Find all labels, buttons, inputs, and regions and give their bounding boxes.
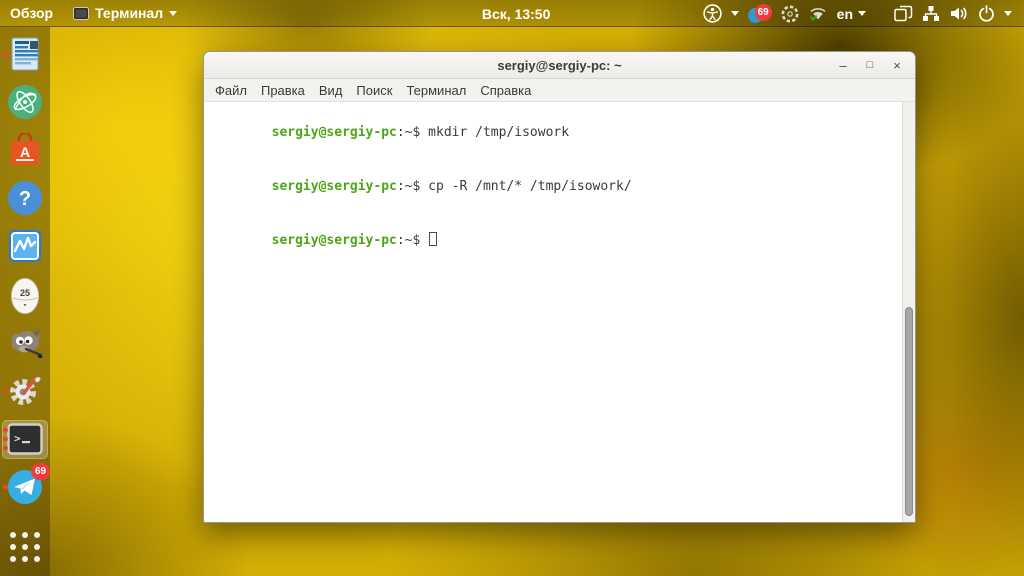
shutter-icon[interactable] <box>781 5 799 23</box>
dock-item-gimp[interactable] <box>2 323 48 362</box>
power-icon[interactable] <box>978 5 995 22</box>
system-monitor-icon <box>8 229 42 263</box>
prompt-user-host: sergiy@sergiy-pc <box>271 125 397 140</box>
command-text: mkdir /tmp/isowork <box>420 125 570 140</box>
egg-timer-label: 25 <box>19 287 30 298</box>
top-panel: Обзор Терминал Вск, 13:50 69 en <box>0 0 1024 27</box>
prompt-suffix: :~$ <box>396 179 421 194</box>
svg-text:>: > <box>14 432 21 445</box>
prompt-suffix: :~$ <box>396 125 421 140</box>
chevron-down-icon <box>858 11 866 16</box>
gimp-icon <box>6 326 44 360</box>
help-icon: ? <box>7 180 43 216</box>
close-button[interactable]: × <box>887 56 907 76</box>
dock-item-ubuntu-software[interactable]: A <box>2 130 48 169</box>
terminal-window: sergiy@sergiy-pc: ~ – □ × Файл Правка Ви… <box>203 51 916 523</box>
running-indicator <box>3 484 8 490</box>
running-indicator <box>3 388 8 394</box>
system-tray: 69 en <box>702 0 1024 27</box>
dock-item-system-monitor[interactable] <box>2 227 48 266</box>
settings-tools-icon <box>7 373 43 409</box>
app-grid-icon <box>10 532 40 563</box>
chevron-down-icon <box>169 10 178 16</box>
chevron-down-icon[interactable] <box>730 11 739 16</box>
terminal-line: sergiy@sergiy-pc:~$ cp -R /mnt/* /tmp/is… <box>209 160 897 214</box>
terminal-cursor <box>429 232 438 246</box>
command-text: cp -R /mnt/* /tmp/isowork/ <box>420 179 632 194</box>
running-indicator <box>3 51 8 57</box>
running-indicator <box>3 427 8 451</box>
displays-icon[interactable] <box>894 5 913 22</box>
menu-item-help[interactable]: Справка <box>473 79 538 102</box>
minimize-button[interactable]: – <box>833 56 853 76</box>
svg-text:?: ? <box>19 188 31 210</box>
dock-item-atom[interactable] <box>2 82 48 121</box>
terminal-line: sergiy@sergiy-pc:~$ mkdir /tmp/isowork <box>209 106 897 160</box>
window-title: sergiy@sergiy-pc: ~ <box>497 57 622 73</box>
dock-item-telegram[interactable]: 69 <box>2 462 50 507</box>
keyboard-layout-menu[interactable]: en <box>837 6 866 22</box>
wifi-icon[interactable] <box>808 5 828 23</box>
desktop: Обзор Терминал Вск, 13:50 69 en A ? 25 >… <box>0 0 1024 576</box>
terminal-icon: > <box>7 423 43 455</box>
menu-item-edit[interactable]: Правка <box>254 79 312 102</box>
app-menu-label: Терминал <box>95 5 164 21</box>
dock-item-app-grid[interactable] <box>2 525 48 570</box>
activities-button[interactable]: Обзор <box>0 0 63 27</box>
activities-label: Обзор <box>10 5 54 21</box>
dock-item-terminal[interactable]: > <box>2 419 48 459</box>
wired-network-icon[interactable] <box>922 5 940 22</box>
menu-item-search[interactable]: Поиск <box>349 79 399 102</box>
clock-label: Вск, 13:50 <box>481 5 551 22</box>
prompt-suffix: :~$ <box>396 233 421 248</box>
clock-button[interactable]: Вск, 13:50 <box>482 0 551 27</box>
window-titlebar[interactable]: sergiy@sergiy-pc: ~ – □ × <box>204 52 915 79</box>
chevron-down-icon[interactable] <box>1004 11 1012 16</box>
volume-icon[interactable] <box>949 5 969 22</box>
egg-timer-icon: 25 <box>10 276 40 314</box>
menu-item-terminal[interactable]: Терминал <box>399 79 473 102</box>
telegram-badge: 69 <box>31 462 50 480</box>
menu-item-file[interactable]: Файл <box>208 79 254 102</box>
maximize-button[interactable]: □ <box>860 56 880 76</box>
dock-item-help[interactable]: ? <box>2 179 48 218</box>
dock-item-document-viewer[interactable] <box>2 34 48 73</box>
prompt-user-host: sergiy@sergiy-pc <box>271 179 397 194</box>
dock: A ? 25 > 69 <box>0 27 50 576</box>
terminal-content[interactable]: sergiy@sergiy-pc:~$ mkdir /tmp/isowork s… <box>204 102 915 522</box>
scrollbar-thumb[interactable] <box>905 307 913 516</box>
scrollbar[interactable] <box>902 102 915 522</box>
app-menu[interactable]: Терминал <box>63 0 187 27</box>
atom-editor-icon <box>7 84 43 120</box>
accessibility-icon[interactable] <box>702 4 722 23</box>
terminal-mini-icon <box>73 6 90 20</box>
dock-item-egg-timer[interactable]: 25 <box>2 275 48 314</box>
svg-text:A: A <box>20 144 30 160</box>
ubuntu-software-icon: A <box>8 132 42 167</box>
dock-item-settings-tools[interactable] <box>2 371 48 410</box>
window-menubar: Файл Правка Вид Поиск Терминал Справка <box>204 79 915 102</box>
terminal-line: sergiy@sergiy-pc:~$ <box>209 214 897 268</box>
keyboard-layout-label: en <box>836 5 853 22</box>
notification-badge: 69 <box>754 3 772 21</box>
document-viewer-icon <box>9 37 41 71</box>
prompt-user-host: sergiy@sergiy-pc <box>271 233 397 248</box>
menu-item-view[interactable]: Вид <box>312 79 350 102</box>
telegram-tray-icon[interactable]: 69 <box>747 3 772 24</box>
window-controls: – □ × <box>833 52 907 79</box>
